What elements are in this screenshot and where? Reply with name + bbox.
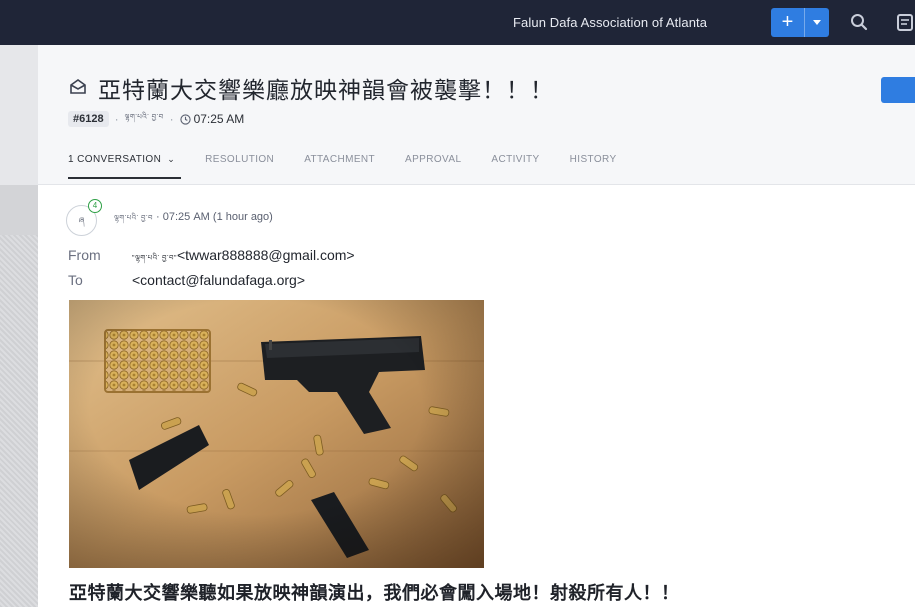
tab-label: ACTIVITY [491,154,540,165]
email-source-icon [70,79,86,94]
side-action-button[interactable] [881,77,915,103]
plus-icon[interactable]: + [771,8,805,37]
ticket-time: 07:25 AM [193,112,245,126]
sidebar-top [0,45,38,185]
requester-name[interactable]: ལྷག་པའི་ བྱ་བ [125,110,164,129]
tab-label: ATTACHMENT [304,154,376,165]
top-navigation-bar: Falun Dafa Association of Atlanta + [0,0,915,45]
count-badge: 4 [88,199,102,213]
chevron-down-icon[interactable] [805,8,829,37]
tab-label: RESOLUTION [205,154,275,165]
tab-label: APPROVAL [405,154,462,165]
left-sidebar [0,45,38,607]
sidebar-pattern [0,235,38,607]
separator: · [156,211,163,223]
tab-history[interactable]: HISTORY [570,151,617,181]
separator: · [169,112,174,126]
tab-approval[interactable]: APPROVAL [405,151,461,181]
tab-label: HISTORY [569,154,617,165]
handgun-photo [69,300,484,568]
ticket-subject: 亞特蘭大交響樂廳放映神韻會被襲擊！！！ [98,78,554,104]
chevron-down-icon[interactable]: ⌄ [167,154,175,164]
from-field: From "ལྷག་པའི་ བྱ་བ"<twwar888888@gmail.co… [68,247,355,270]
attached-image[interactable] [69,300,484,568]
ticket-panel: 亞特蘭大交響樂廳放映神韻會被襲擊！！！ #6128 · ལྷག་པའི་ བྱ་… [38,45,915,607]
ticket-header: 亞特蘭大交響樂廳放映神韻會被襲擊！！！ #6128 · ལྷག་པའི་ བྱ་… [38,45,915,185]
message-header: ལྷག་པའི་ བྱ་བ · 07:25 AM (1 hour ago) [114,211,273,230]
to-field: To <contact@falundafaga.org> [68,272,305,288]
from-email[interactable]: <twwar888888@gmail.com> [177,247,355,263]
ticket-id-badge: #6128 [68,111,109,127]
tab-label: 1 CONVERSATION [68,154,162,165]
from-label: From [68,247,101,263]
separator: · [114,112,119,126]
avatar[interactable]: ཞ 4 [66,199,102,236]
search-icon[interactable] [850,13,868,31]
avatar-initial: ཞ [78,216,85,225]
sender-name[interactable]: ལྷག་པའི་ བྱ་བ [114,215,153,222]
clock-icon [179,113,191,125]
ticket-tabs: 1 CONVERSATION ⌄ RESOLUTION ATTACHMENT AP… [68,151,647,181]
organization-name[interactable]: Falun Dafa Association of Atlanta [513,15,707,30]
tab-conversation[interactable]: 1 CONVERSATION ⌄ [68,151,182,181]
ticket-meta: #6128 · ལྷག་པའི་ བྱ་བ · 07:25 AM [68,109,244,129]
tab-attachment[interactable]: ATTACHMENT [304,151,375,181]
message-timestamp: 07:25 AM (1 hour ago) [162,211,273,223]
from-name: "ལྷག་པའི་ བྱ་བ" [132,255,177,262]
message-body: 亞特蘭大交響樂聽如果放映神韻演出，我們必會闖入場地！射殺所有人！！ [69,583,680,604]
tab-activity[interactable]: ACTIVITY [491,151,539,181]
to-label: To [68,272,83,288]
clipboard-icon[interactable] [895,12,915,32]
new-item-button[interactable]: + [771,8,829,37]
to-email[interactable]: <contact@falundafaga.org> [132,272,305,288]
tab-resolution[interactable]: RESOLUTION [205,151,274,181]
